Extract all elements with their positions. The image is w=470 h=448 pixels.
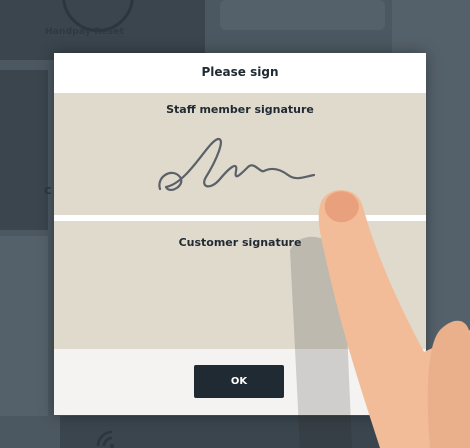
wifi-icon	[96, 430, 114, 448]
bg-tile-top-right	[220, 0, 385, 30]
staff-signature-label: Staff member signature	[166, 103, 314, 116]
signature-dialog: Please sign Staff member signature Custo…	[54, 53, 426, 415]
customer-signature-pad[interactable]: Customer signature	[54, 221, 426, 349]
staff-signature-pad[interactable]: Staff member signature	[54, 93, 426, 215]
bg-side-letter: C	[44, 186, 52, 197]
handpay-reset-label: Handpay Reset	[45, 27, 125, 37]
signature-stroke	[158, 137, 316, 192]
dialog-title: Please sign	[201, 65, 279, 79]
bg-tile-left-low	[0, 236, 48, 416]
customer-signature-label: Customer signature	[178, 236, 302, 249]
bg-tile-left-mid	[0, 70, 48, 230]
ok-button[interactable]: OK	[194, 365, 284, 398]
dialog-footer: OK	[54, 349, 426, 415]
